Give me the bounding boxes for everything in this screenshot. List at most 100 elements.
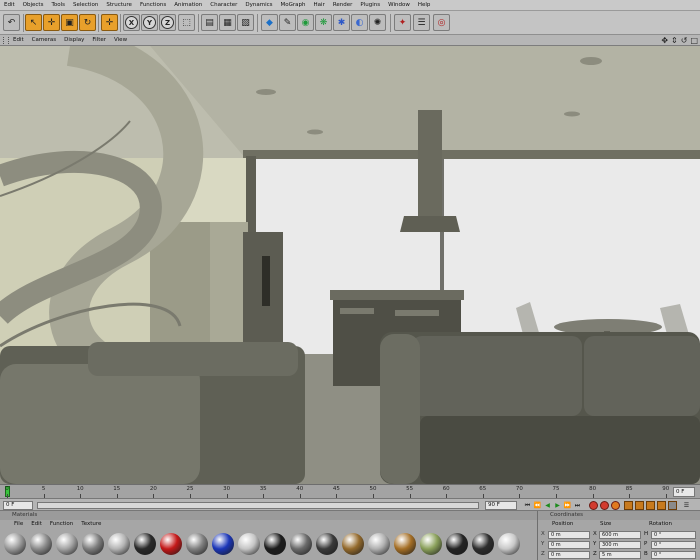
material-swatch-2[interactable] xyxy=(30,533,52,555)
material-swatch-19[interactable] xyxy=(472,533,494,555)
previous-key-icon[interactable]: ⏪ xyxy=(533,501,542,510)
size-field[interactable]: 300 m xyxy=(599,541,641,549)
material-swatch-9[interactable] xyxy=(212,533,234,555)
coordinate-system-icon[interactable]: ⬚ xyxy=(178,14,195,31)
menu-render[interactable]: Render xyxy=(329,0,357,11)
material-swatch-12[interactable] xyxy=(290,533,312,555)
menu-functions[interactable]: Functions xyxy=(136,0,170,11)
maximize-view-icon[interactable]: □ xyxy=(690,36,698,45)
render-queue-icon[interactable]: ◎ xyxy=(433,14,450,31)
scale-camera-icon[interactable]: ⇕ xyxy=(671,36,678,45)
menu-dynamics[interactable]: Dynamics xyxy=(241,0,276,11)
material-swatch-18[interactable] xyxy=(446,533,468,555)
select-icon[interactable]: ↖ xyxy=(25,14,42,31)
material-menu-edit[interactable]: Edit xyxy=(27,520,46,529)
material-swatch-16[interactable] xyxy=(394,533,416,555)
material-swatch-17[interactable] xyxy=(420,533,442,555)
scene-object-icon[interactable]: ◐ xyxy=(351,14,368,31)
light-icon[interactable]: ✦ xyxy=(394,14,411,31)
menu-objects[interactable]: Objects xyxy=(19,0,48,11)
menu-structure[interactable]: Structure xyxy=(102,0,136,11)
deformer-icon[interactable]: ✱ xyxy=(333,14,350,31)
current-frame-field[interactable]: 0 F xyxy=(673,487,695,497)
material-swatch-11[interactable] xyxy=(264,533,286,555)
undo-icon[interactable]: ↶ xyxy=(3,14,20,31)
material-swatch-5[interactable] xyxy=(108,533,130,555)
rotate-camera-icon[interactable]: ↺ xyxy=(681,36,688,45)
record-active-objects-icon[interactable] xyxy=(589,501,598,510)
spline-pen-icon[interactable]: ✎ xyxy=(279,14,296,31)
material-swatch-4[interactable] xyxy=(82,533,104,555)
live-select-icon[interactable]: ✛ xyxy=(101,14,118,31)
menu-animation[interactable]: Animation xyxy=(170,0,206,11)
keyframe-selection-icon[interactable] xyxy=(611,501,620,510)
rotation-field[interactable]: 0 ° xyxy=(651,541,696,549)
menu-help[interactable]: Help xyxy=(414,0,435,11)
rotate-icon[interactable]: ↻ xyxy=(79,14,96,31)
viewport-menu-cameras[interactable]: Cameras xyxy=(28,35,60,46)
material-swatch-10[interactable] xyxy=(238,533,260,555)
menu-character[interactable]: Character xyxy=(206,0,241,11)
autokeying-icon[interactable] xyxy=(600,501,609,510)
material-swatch-20[interactable] xyxy=(498,533,520,555)
nurbs-icon[interactable]: ◉ xyxy=(297,14,314,31)
menu-plugins[interactable]: Plugins xyxy=(356,0,384,11)
material-swatch-1[interactable] xyxy=(4,533,26,555)
material-menu-texture[interactable]: Texture xyxy=(77,520,105,529)
preview-range-slider[interactable] xyxy=(37,502,479,509)
render-picture-viewer-icon[interactable]: ▦ xyxy=(219,14,236,31)
point-level-key-icon[interactable] xyxy=(668,501,677,510)
scale-icon[interactable]: ▣ xyxy=(61,14,78,31)
parameter-key-icon[interactable] xyxy=(657,501,666,510)
move-camera-icon[interactable]: ✥ xyxy=(661,36,668,45)
cube-object-icon[interactable]: ◆ xyxy=(261,14,278,31)
material-swatch-13[interactable] xyxy=(316,533,338,555)
move-icon[interactable]: ✛ xyxy=(43,14,60,31)
viewport-menu-view[interactable]: View xyxy=(110,35,131,46)
preferences-icon[interactable]: ☰ xyxy=(413,14,430,31)
render-settings-icon[interactable]: ▧ xyxy=(237,14,254,31)
position-key-icon[interactable] xyxy=(624,501,633,510)
menu-edit[interactable]: Edit xyxy=(0,0,19,11)
material-swatch-8[interactable] xyxy=(186,533,208,555)
viewport-menu-display[interactable]: Display xyxy=(60,35,88,46)
position-field[interactable]: 0 m xyxy=(548,551,590,559)
array-icon[interactable]: ❋ xyxy=(315,14,332,31)
z-axis-lock-icon[interactable]: Z xyxy=(159,14,176,31)
timeline-ruler[interactable]: 0 F 0 5 10 15 20 25 30 35 40 45 50 55 60 65 70 75 80 85 90 xyxy=(0,484,700,498)
go-to-end-icon[interactable]: ⏭ xyxy=(573,501,582,510)
scale-key-icon[interactable] xyxy=(635,501,644,510)
position-field[interactable]: 0 m xyxy=(548,541,590,549)
position-field[interactable]: 0 m xyxy=(548,531,590,539)
rotation-field[interactable]: 0 ° xyxy=(651,531,696,539)
material-swatch-15[interactable] xyxy=(368,533,390,555)
end-frame-field[interactable]: 90 F xyxy=(485,501,517,510)
timeline-menu-icon[interactable]: ☰ xyxy=(682,501,691,510)
x-axis-lock-icon[interactable]: X xyxy=(123,14,140,31)
play-forwards-icon[interactable]: ▶ xyxy=(553,501,562,510)
viewport-menu-filter[interactable]: Filter xyxy=(88,35,110,46)
render-view-icon[interactable]: ▤ xyxy=(201,14,218,31)
size-field[interactable]: 5 m xyxy=(599,551,641,559)
rotation-field[interactable]: 0 ° xyxy=(651,551,696,559)
menu-hair[interactable]: Hair xyxy=(310,0,329,11)
next-key-icon[interactable]: ⏩ xyxy=(563,501,572,510)
material-menu-function[interactable]: Function xyxy=(46,520,77,529)
camera-icon[interactable]: ✺ xyxy=(369,14,386,31)
y-axis-lock-icon[interactable]: Y xyxy=(141,14,158,31)
menu-mograph[interactable]: MoGraph xyxy=(277,0,310,11)
go-to-start-icon[interactable]: ⏮ xyxy=(523,501,532,510)
play-backwards-icon[interactable]: ◀ xyxy=(543,501,552,510)
menu-tools[interactable]: Tools xyxy=(47,0,69,11)
material-swatch-7[interactable] xyxy=(160,533,182,555)
material-menu-file[interactable]: File xyxy=(10,520,27,529)
material-swatch-14[interactable] xyxy=(342,533,364,555)
perspective-viewport[interactable] xyxy=(0,46,700,484)
size-field[interactable]: 600 m xyxy=(599,531,641,539)
viewport-menu-edit[interactable]: Edit xyxy=(9,35,28,46)
material-swatch-6[interactable] xyxy=(134,533,156,555)
start-frame-field[interactable]: 0 F xyxy=(3,501,33,510)
menu-selection[interactable]: Selection xyxy=(69,0,102,11)
rotation-key-icon[interactable] xyxy=(646,501,655,510)
material-swatch-3[interactable] xyxy=(56,533,78,555)
